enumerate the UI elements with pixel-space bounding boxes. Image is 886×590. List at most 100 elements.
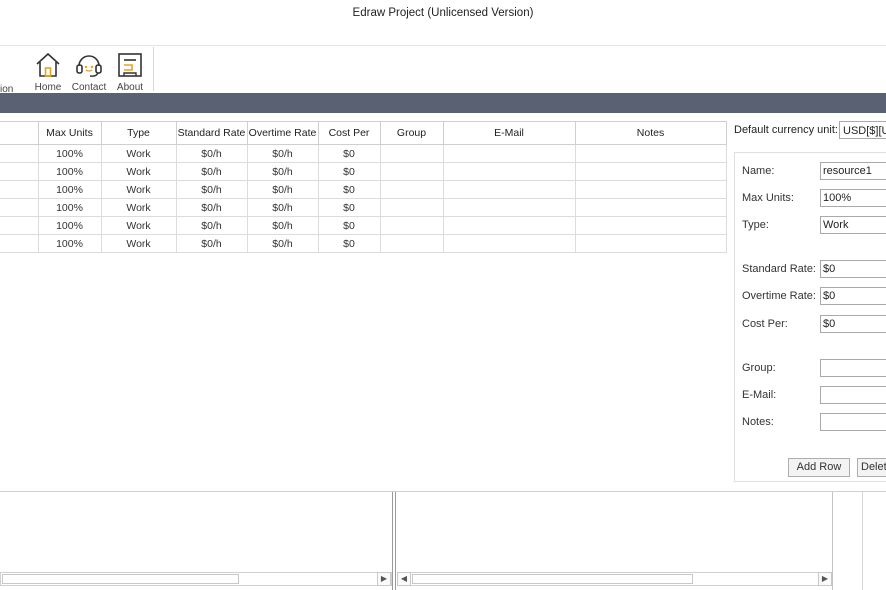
cell[interactable]: Work bbox=[100, 216, 177, 235]
cell[interactable]: $0/h bbox=[246, 144, 319, 163]
cell[interactable] bbox=[574, 144, 727, 163]
cell[interactable] bbox=[379, 180, 444, 199]
cell[interactable] bbox=[574, 180, 727, 199]
cell[interactable] bbox=[379, 162, 444, 181]
cell[interactable] bbox=[574, 162, 727, 181]
cell[interactable]: $0/h bbox=[175, 216, 248, 235]
table-row[interactable]: 100% Work $0/h $0/h $0 bbox=[0, 144, 727, 163]
cell[interactable] bbox=[574, 198, 727, 217]
cell[interactable]: $0/h bbox=[175, 144, 248, 163]
cell[interactable]: $0/h bbox=[175, 180, 248, 199]
cell[interactable] bbox=[442, 234, 576, 253]
right-scroll-thumb[interactable] bbox=[412, 574, 693, 584]
home-button[interactable]: Home bbox=[29, 51, 67, 93]
cell[interactable] bbox=[0, 162, 39, 181]
cell[interactable] bbox=[442, 198, 576, 217]
right-scroll-right-arrow[interactable]: ▶ bbox=[818, 572, 832, 586]
cell[interactable]: 100% bbox=[37, 162, 102, 181]
cell[interactable] bbox=[379, 234, 444, 253]
cell[interactable] bbox=[379, 144, 444, 163]
col-header-overtime-rate[interactable]: Overtime Rate bbox=[246, 121, 319, 145]
cell[interactable]: $0 bbox=[317, 198, 381, 217]
type-select[interactable] bbox=[820, 216, 886, 234]
cell[interactable]: 100% bbox=[37, 216, 102, 235]
col-header-max-units[interactable]: Max Units bbox=[37, 121, 102, 145]
cell[interactable] bbox=[442, 144, 576, 163]
table-row[interactable]: 100% Work $0/h $0/h $0 bbox=[0, 216, 727, 235]
table-row[interactable]: 100% Work $0/h $0/h $0 bbox=[0, 162, 727, 181]
cell[interactable]: $0/h bbox=[175, 198, 248, 217]
cell[interactable] bbox=[0, 180, 39, 199]
table-row[interactable]: 100% Work $0/h $0/h $0 bbox=[0, 198, 727, 217]
email-field[interactable] bbox=[820, 386, 886, 404]
cell[interactable]: $0/h bbox=[246, 234, 319, 253]
cell[interactable] bbox=[574, 216, 727, 235]
cell[interactable] bbox=[379, 216, 444, 235]
cell[interactable]: $0/h bbox=[175, 162, 248, 181]
cell[interactable] bbox=[0, 198, 39, 217]
name-field[interactable] bbox=[820, 162, 886, 180]
cell[interactable]: $0 bbox=[317, 162, 381, 181]
col-header-notes[interactable]: Notes bbox=[574, 121, 727, 145]
contact-button[interactable]: Contact bbox=[70, 51, 108, 93]
table-row[interactable]: 100% Work $0/h $0/h $0 bbox=[0, 180, 727, 199]
cell[interactable]: $0/h bbox=[246, 198, 319, 217]
group-field[interactable] bbox=[820, 359, 886, 377]
cell[interactable]: $0/h bbox=[175, 234, 248, 253]
cell[interactable]: $0 bbox=[317, 180, 381, 199]
cell[interactable]: Work bbox=[100, 180, 177, 199]
right-pane-border bbox=[832, 492, 833, 590]
cell[interactable] bbox=[442, 180, 576, 199]
cell[interactable]: 100% bbox=[37, 198, 102, 217]
cell[interactable] bbox=[379, 198, 444, 217]
cell[interactable]: $0/h bbox=[246, 180, 319, 199]
cell[interactable]: 100% bbox=[37, 234, 102, 253]
cell[interactable] bbox=[0, 144, 39, 163]
cell[interactable] bbox=[0, 234, 39, 253]
cell[interactable]: $0/h bbox=[246, 162, 319, 181]
window-title: Edraw Project (Unlicensed Version) bbox=[352, 7, 534, 19]
overtime-rate-field[interactable] bbox=[820, 287, 886, 305]
left-scroll-thumb[interactable] bbox=[2, 574, 239, 584]
cell[interactable]: Work bbox=[100, 162, 177, 181]
col-header-cost-per[interactable]: Cost Per bbox=[317, 121, 381, 145]
delete-button[interactable]: Delet bbox=[857, 458, 886, 477]
grid-header-row: Max Units Type Standard Rate Overtime Ra… bbox=[0, 121, 727, 145]
right-scroll-left-arrow[interactable]: ◀ bbox=[397, 572, 411, 586]
cell[interactable]: $0 bbox=[317, 216, 381, 235]
notes-field[interactable] bbox=[820, 413, 886, 431]
add-row-button[interactable]: Add Row bbox=[788, 458, 850, 477]
resource-grid: Max Units Type Standard Rate Overtime Ra… bbox=[0, 121, 727, 253]
pane-splitter[interactable] bbox=[392, 492, 393, 590]
cell[interactable]: $0/h bbox=[246, 216, 319, 235]
table-row[interactable]: 100% Work $0/h $0/h $0 bbox=[0, 234, 727, 253]
cell[interactable] bbox=[0, 216, 39, 235]
cell[interactable]: $0 bbox=[317, 234, 381, 253]
cell[interactable]: 100% bbox=[37, 144, 102, 163]
about-button[interactable]: About bbox=[111, 51, 149, 93]
cost-per-field[interactable] bbox=[820, 315, 886, 333]
cell[interactable] bbox=[442, 162, 576, 181]
col-header-group[interactable]: Group bbox=[379, 121, 444, 145]
col-header-standard-rate[interactable]: Standard Rate bbox=[175, 121, 248, 145]
col-header-type[interactable]: Type bbox=[100, 121, 177, 145]
col-header-email[interactable]: E-Mail bbox=[442, 121, 576, 145]
notes-label: Notes: bbox=[742, 416, 774, 428]
max-units-field[interactable] bbox=[820, 189, 886, 207]
far-right-border bbox=[862, 492, 863, 590]
cell[interactable] bbox=[574, 234, 727, 253]
cell[interactable]: Work bbox=[100, 234, 177, 253]
col-header-name[interactable] bbox=[0, 121, 39, 145]
cell[interactable]: Work bbox=[100, 198, 177, 217]
cell[interactable]: 100% bbox=[37, 180, 102, 199]
cell[interactable] bbox=[442, 216, 576, 235]
currency-select[interactable]: USD[$][U bbox=[839, 121, 886, 139]
group-label: Group: bbox=[742, 362, 776, 374]
ribbon-separator bbox=[153, 47, 154, 91]
type-label: Type: bbox=[742, 219, 769, 231]
cell[interactable]: $0 bbox=[317, 144, 381, 163]
standard-rate-label: Standard Rate: bbox=[742, 263, 816, 275]
cell[interactable]: Work bbox=[100, 144, 177, 163]
left-scroll-right-arrow[interactable]: ▶ bbox=[377, 572, 391, 586]
standard-rate-field[interactable] bbox=[820, 260, 886, 278]
